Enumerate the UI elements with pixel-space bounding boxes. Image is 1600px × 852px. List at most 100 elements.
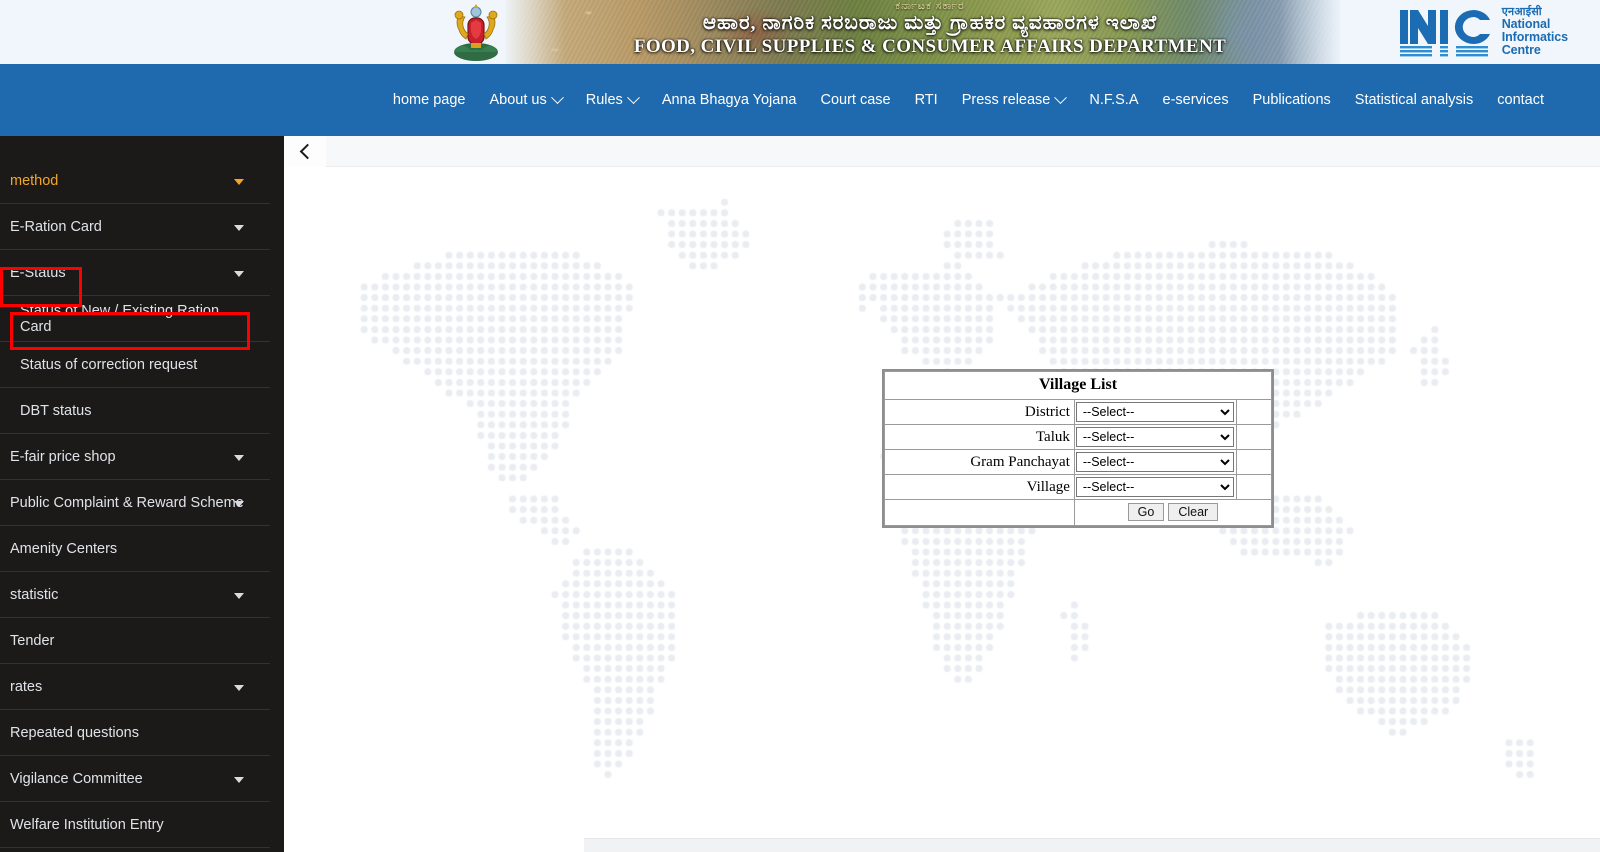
sidebar-item-method[interactable]: method — [0, 158, 270, 204]
caret-down-icon — [234, 684, 244, 691]
village-form-actions-row: Go Clear — [884, 499, 1273, 526]
caret-down-icon — [234, 776, 244, 783]
sidebar-item-label: Status of correction request — [20, 356, 198, 373]
sidebar-item-label: DBT status — [20, 402, 92, 419]
sidebar-item-label: Welfare Institution Entry — [10, 816, 164, 833]
nav-item-label: Press release — [961, 92, 1051, 108]
sidebar-item-label: Repeated questions — [10, 724, 139, 741]
field-cell-gram-panchayat: --Select-- — [1073, 449, 1237, 475]
sidebar-item-rates[interactable]: rates — [0, 664, 270, 710]
sidebar-item-label: E-Ration Card — [10, 218, 102, 235]
sidebar-item-label: Amenity Centers — [10, 540, 118, 557]
field-cell-village: --Select-- — [1073, 474, 1237, 500]
label-district: District — [884, 399, 1075, 425]
nav-item-label: About us — [489, 92, 547, 108]
nav-item-label: contact — [1497, 92, 1544, 108]
label-village: Village — [884, 474, 1075, 500]
site-header: ಕರ್ನಾಟಕ ಸರ್ಕಾರ ಆಹಾರ, ನಾಗರಿಕ ಸರಬರಾಜು ಮತ್ತ… — [0, 0, 1600, 64]
select-village[interactable]: --Select-- — [1075, 477, 1234, 497]
sidebar-item-label: rates — [10, 678, 43, 695]
nav-item-label: N.F.S.A — [1089, 92, 1139, 108]
sidebar-item-tender[interactable]: Tender — [0, 618, 270, 664]
spacer-cell — [1235, 474, 1273, 500]
village-form-row: District --Select-- — [884, 399, 1273, 425]
main-navigation: home page About us Rules Anna Bhagya Yojana… — [0, 64, 1600, 136]
nav-item-anna-bhagya-yojana[interactable]: Anna Bhagya Yojana — [650, 86, 809, 114]
sidebar-item-status-of-correction-request[interactable]: Status of correction request — [0, 342, 270, 388]
caret-down-icon — [234, 178, 244, 185]
sidebar-item-dbt-status[interactable]: DBT status — [0, 388, 270, 434]
field-cell-taluk: --Select-- — [1073, 424, 1237, 450]
sidebar-item-e-ration-card[interactable]: E-Ration Card — [0, 204, 270, 250]
sidebar-item-amenity-centers[interactable]: Amenity Centers — [0, 526, 270, 572]
nic-line3: Centre — [1501, 42, 1541, 57]
sidebar-item-statistic[interactable]: statistic — [0, 572, 270, 618]
sidebar-item-label: Vigilance Committee — [10, 770, 143, 787]
caret-down-icon — [234, 224, 244, 231]
select-district[interactable]: --Select-- — [1075, 402, 1234, 422]
select-gram-panchayat[interactable]: --Select-- — [1075, 452, 1234, 472]
karnataka-state-emblem-icon — [454, 4, 498, 61]
nav-item-rules[interactable]: Rules — [574, 86, 650, 114]
sidebar-item-label: E-fair price shop — [10, 448, 116, 465]
chevron-down-icon — [1054, 90, 1068, 104]
nav-item-court-case[interactable]: Court case — [808, 86, 902, 114]
sidebar-item-welfare-institution-entry[interactable]: Welfare Institution Entry — [0, 802, 270, 848]
main-content: Village List District --Select-- Taluk --Sel… — [284, 136, 1600, 852]
village-form-row: Taluk --Select-- — [884, 424, 1273, 450]
spacer-cell — [1235, 449, 1273, 475]
nav-item-contact[interactable]: contact — [1485, 86, 1556, 114]
left-sidebar[interactable]: method E-Ration Card E-Status Status of New… — [0, 136, 284, 852]
select-taluk[interactable]: --Select-- — [1075, 427, 1234, 447]
nav-item-press-release[interactable]: Press release — [950, 86, 1078, 114]
actions-cell: Go Clear — [1073, 499, 1273, 526]
sidebar-item-status-of-new-existing-ration-card[interactable]: Status of New / Existing Ration Card — [0, 296, 270, 342]
sidebar-item-public-complaint-reward-scheme[interactable]: Public Complaint & Reward Scheme — [0, 480, 270, 526]
clear-button[interactable]: Clear — [1168, 503, 1219, 521]
label-taluk: Taluk — [884, 424, 1075, 450]
nav-item-label: Statistical analysis — [1354, 92, 1474, 108]
caret-down-icon — [234, 270, 244, 277]
chevron-left-icon[interactable] — [284, 136, 326, 167]
nav-item-e-services[interactable]: e-services — [1151, 86, 1241, 114]
banner-left-fade — [505, 0, 565, 64]
sidebar-item-label: Tender — [10, 632, 55, 649]
nav-item-label: e-services — [1162, 92, 1229, 108]
nic-logo: एनआईसी National Informatics Centre — [1398, 6, 1568, 58]
content-canvas: Village List District --Select-- Taluk --Sel… — [284, 167, 1600, 852]
nav-item-publications[interactable]: Publications — [1241, 86, 1343, 114]
nav-item-label: Court case — [820, 92, 891, 108]
nav-item-n-f-s-a[interactable]: N.F.S.A — [1077, 86, 1150, 114]
caret-down-icon — [234, 454, 244, 461]
sidebar-item-vigilance-committee[interactable]: Vigilance Committee — [0, 756, 270, 802]
village-form-row: Village --Select-- — [884, 474, 1273, 500]
spacer-cell — [1235, 424, 1273, 450]
banner-right-fade — [1280, 0, 1340, 64]
nic-logo-icon — [1399, 10, 1490, 57]
sidebar-item-e-fair-price-shop[interactable]: E-fair price shop — [0, 434, 270, 480]
sidebar-item-repeated-questions[interactable]: Repeated questions — [0, 710, 270, 756]
nav-item-label: Rules — [585, 92, 623, 108]
content-topbar — [284, 136, 1600, 167]
chevron-down-icon — [626, 90, 640, 104]
nav-item-label: Anna Bhagya Yojana — [661, 92, 797, 108]
go-button[interactable]: Go — [1127, 503, 1165, 521]
caret-down-icon — [234, 500, 244, 507]
sidebar-item-label: statistic — [10, 586, 59, 603]
nav-item-statistical-analysis[interactable]: Statistical analysis — [1343, 86, 1485, 114]
sidebar-item-e-status[interactable]: E-Status — [0, 250, 270, 296]
nav-item-home-page[interactable]: home page — [381, 86, 478, 114]
village-list-form[interactable]: Village List District --Select-- Taluk --Sel… — [882, 369, 1274, 528]
sidebar-item-label: E-Status — [10, 264, 66, 281]
nav-item-label: Publications — [1252, 92, 1331, 108]
spacer-cell — [1235, 399, 1273, 425]
page-footer-strip — [584, 838, 1600, 852]
label-gram-panchayat: Gram Panchayat — [884, 449, 1075, 475]
field-cell-district: --Select-- — [1073, 399, 1237, 425]
sidebar-item-label: Public Complaint & Reward Scheme — [10, 494, 244, 511]
village-form-row: Gram Panchayat --Select-- — [884, 449, 1273, 475]
nav-item-about-us[interactable]: About us — [477, 86, 573, 114]
nav-item-label: RTI — [914, 92, 938, 108]
sidebar-item-label: Status of New / Existing Ration Card — [20, 302, 220, 335]
nav-item-rti[interactable]: RTI — [903, 86, 950, 114]
